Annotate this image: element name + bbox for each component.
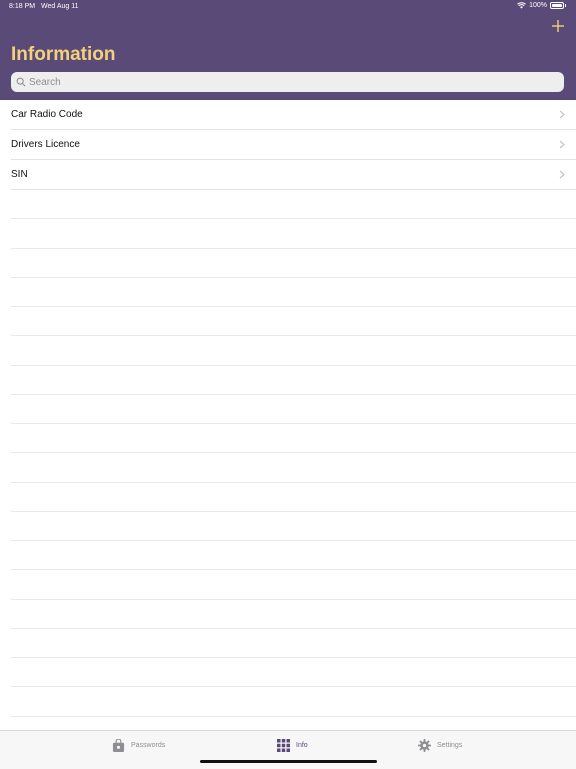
- search-icon: [16, 77, 26, 87]
- list-item-label: SIN: [11, 169, 28, 180]
- chevron-right-icon: [559, 140, 565, 149]
- empty-row: [11, 512, 576, 541]
- chevron-right-icon: [559, 170, 565, 179]
- tab-label: Info: [296, 742, 308, 749]
- empty-row: [11, 629, 576, 658]
- empty-row: [11, 249, 576, 278]
- empty-row: [11, 307, 576, 337]
- search-input[interactable]: [29, 76, 564, 88]
- battery-icon: [550, 2, 564, 9]
- empty-row: [11, 278, 576, 307]
- empty-row: [11, 424, 576, 454]
- chevron-right-icon: [559, 110, 565, 119]
- wifi-icon: [517, 2, 526, 9]
- list-item-label: Drivers Licence: [11, 139, 80, 150]
- tab-info[interactable]: Info: [277, 739, 308, 752]
- empty-rows: [0, 190, 576, 746]
- status-indicators: 100%: [517, 2, 566, 9]
- empty-row: [11, 395, 576, 424]
- empty-row: [11, 366, 576, 395]
- battery-percent: 100%: [529, 2, 547, 9]
- empty-row: [11, 483, 576, 512]
- grid-icon: [277, 739, 290, 752]
- lock-box-icon: [112, 739, 125, 752]
- list-item-sin[interactable]: SIN: [11, 160, 576, 190]
- list-item-car-radio-code[interactable]: Car Radio Code: [11, 100, 576, 130]
- plus-icon[interactable]: [550, 18, 566, 34]
- page-title: Information: [11, 44, 116, 65]
- tab-settings[interactable]: Settings: [418, 739, 462, 752]
- empty-row: [11, 658, 576, 688]
- status-time: 8:18 PM: [9, 3, 36, 10]
- tab-bar: Passwords Info Settings: [0, 730, 576, 769]
- list-item-label: Car Radio Code: [11, 109, 83, 120]
- tab-passwords[interactable]: Passwords: [112, 739, 165, 752]
- tab-label: Passwords: [131, 742, 166, 749]
- battery-tip: [565, 4, 566, 7]
- empty-row: [11, 219, 576, 249]
- info-list: Car Radio Code Drivers Licence SIN: [0, 100, 576, 746]
- status-date: Wed Aug 11: [41, 3, 79, 10]
- empty-row: [11, 541, 576, 571]
- home-indicator: [200, 760, 377, 763]
- gear-icon: [418, 739, 431, 752]
- list-item-drivers-licence[interactable]: Drivers Licence: [11, 130, 576, 160]
- status-bar: 8:18 PM Wed Aug 11 100%: [0, 0, 576, 14]
- empty-row: [11, 453, 576, 483]
- empty-row: [11, 570, 576, 600]
- navigation-header: 8:18 PM Wed Aug 11 100% Information: [0, 0, 576, 100]
- search-bar[interactable]: [11, 72, 564, 92]
- empty-row: [11, 687, 576, 717]
- empty-row: [11, 336, 576, 366]
- tab-label: Settings: [437, 742, 463, 749]
- empty-row: [11, 190, 576, 220]
- empty-row: [11, 600, 576, 629]
